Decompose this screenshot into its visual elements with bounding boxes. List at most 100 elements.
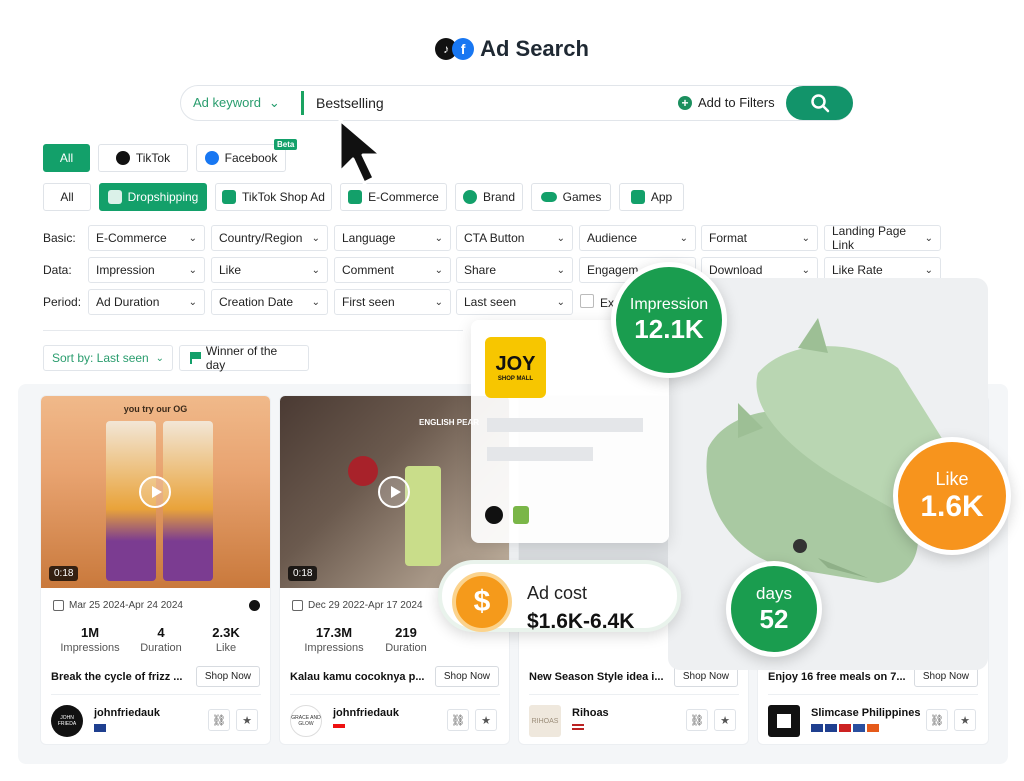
- duration-label: Duration: [140, 642, 182, 654]
- sort-dropdown[interactable]: Sort by: Last seen ⌄: [43, 345, 173, 371]
- duration-value: 4: [157, 625, 165, 640]
- brand-badge-icon: [462, 190, 477, 204]
- ad-thumbnail[interactable]: you try our OG 0:18: [41, 396, 270, 588]
- filter-data-dropdown[interactable]: Comment ⌄: [334, 257, 451, 283]
- chevron-down-icon: ⌄: [434, 232, 443, 244]
- flag-icon: [811, 724, 823, 732]
- platform-all[interactable]: All: [43, 144, 90, 172]
- chevron-down-icon: ⌄: [311, 264, 320, 276]
- filter-period-dropdown[interactable]: First seen ⌄: [334, 289, 451, 315]
- slimcase-logo-icon: [777, 714, 791, 728]
- platform-facebook[interactable]: Facebook: [196, 144, 286, 172]
- impressions-stat: 1M Impressions: [55, 625, 125, 654]
- category-games[interactable]: Games: [531, 183, 611, 211]
- duration-stat: 219 Duration: [376, 625, 436, 654]
- filter-basic-dropdown[interactable]: Language ⌄: [334, 225, 451, 251]
- indonesia-flag-icon: [333, 724, 345, 732]
- ad-card[interactable]: you try our OG 0:18 Mar 25 2024-Apr 24 2…: [40, 395, 271, 745]
- shop-now-button[interactable]: Shop Now: [434, 666, 499, 687]
- impressions-label: Impressions: [60, 642, 120, 654]
- ad-cost-label: Ad cost: [527, 583, 588, 603]
- divider: [43, 330, 463, 331]
- facebook-logo-icon: f: [452, 38, 475, 60]
- advertiser-name[interactable]: Slimcase Philippines: [811, 707, 920, 719]
- filter-basic-dropdown[interactable]: Format ⌄: [701, 225, 818, 251]
- filter-basic-dropdown[interactable]: Landing Page Link ⌄: [824, 224, 941, 252]
- platform-tiktok[interactable]: TikTok: [98, 144, 188, 172]
- filter-data-label: Download: [709, 263, 763, 277]
- link-icon[interactable]: ⛓: [926, 709, 948, 731]
- ad-title: Kalau kamu cocoknya p...: [290, 671, 425, 683]
- avatar[interactable]: GRACE AND GLOW: [290, 705, 322, 737]
- flag-icon: [825, 724, 837, 732]
- keyword-type-label: Ad keyword: [193, 95, 261, 110]
- star-icon[interactable]: ★: [714, 709, 736, 731]
- star-icon[interactable]: ★: [236, 709, 258, 731]
- video-duration-badge: 0:18: [288, 566, 318, 581]
- category-all[interactable]: All: [43, 183, 91, 211]
- logo-subtext: SHOP MALL: [497, 376, 534, 382]
- link-icon[interactable]: ⛓: [686, 709, 708, 731]
- days-badge: days 52: [726, 561, 822, 657]
- star-icon[interactable]: ★: [954, 709, 976, 731]
- filter-basic-label: Audience: [587, 231, 638, 245]
- category-app[interactable]: App: [619, 183, 684, 211]
- chevron-down-icon: ⌄: [924, 232, 933, 244]
- date-text: Dec 29 2022-Apr 17 2024: [308, 600, 423, 611]
- category-tiktok-shop-ad[interactable]: TikTok Shop Ad: [215, 183, 332, 211]
- avatar[interactable]: JOHN FRIEDA: [51, 705, 83, 737]
- winner-of-the-day-button[interactable]: Winner of the day: [179, 344, 309, 372]
- play-icon[interactable]: [378, 476, 410, 508]
- advertiser-name[interactable]: Rihoas: [572, 707, 609, 719]
- advertiser-name[interactable]: johnfriedauk: [333, 707, 399, 719]
- keyword-type-dropdown[interactable]: Ad keyword ⌄: [193, 95, 280, 111]
- play-icon[interactable]: [139, 476, 171, 508]
- filter-basic-dropdown[interactable]: CTA Button ⌄: [456, 225, 573, 251]
- filter-data-dropdown[interactable]: Impression ⌄: [88, 257, 205, 283]
- impressions-value: 1M: [80, 625, 100, 640]
- filter-period-dropdown[interactable]: Creation Date ⌄: [211, 289, 328, 315]
- avatar[interactable]: RIHOAS: [529, 705, 561, 737]
- filter-basic-dropdown[interactable]: Country/Region ⌄: [211, 225, 328, 251]
- filter-basic-label: E-Commerce: [96, 231, 167, 245]
- chevron-down-icon: ⌄: [434, 264, 443, 276]
- flag-icon: [853, 724, 865, 732]
- avatar[interactable]: [768, 705, 800, 737]
- chevron-down-icon: ⌄: [268, 95, 280, 110]
- search-input[interactable]: Bestselling: [316, 95, 384, 111]
- facebook-icon: [204, 151, 219, 165]
- calendar-icon: [292, 600, 303, 611]
- filter-period-dropdown[interactable]: Last seen ⌄: [456, 289, 573, 315]
- category-ecommerce[interactable]: E-Commerce: [340, 183, 447, 211]
- advertiser-name[interactable]: johnfriedauk: [94, 707, 160, 719]
- star-icon[interactable]: ★: [475, 709, 497, 731]
- ad-cost-value: $1.6K-6.4K: [527, 610, 635, 633]
- cart-icon: [348, 190, 363, 204]
- date-text: Mar 25 2024-Apr 24 2024: [69, 600, 183, 611]
- flag-icon: [839, 724, 851, 732]
- link-icon[interactable]: ⛓: [208, 709, 230, 731]
- shop-now-button[interactable]: Shop Now: [195, 666, 260, 687]
- filter-basic-dropdown[interactable]: Audience ⌄: [579, 225, 696, 251]
- filter-row-label-basic: Basic:: [43, 231, 76, 245]
- country-flags: [811, 724, 879, 732]
- filter-period-dropdown[interactable]: Ad Duration ⌄: [88, 289, 205, 315]
- search-button[interactable]: [786, 86, 853, 120]
- sort-label: Sort by: Last seen: [52, 351, 149, 365]
- store-icon: [107, 190, 122, 204]
- chevron-down-icon: ⌄: [556, 296, 565, 308]
- product-bottle: [163, 421, 213, 581]
- chevron-down-icon: ⌄: [311, 296, 320, 308]
- chevron-down-icon: ⌄: [155, 352, 164, 364]
- filter-basic-dropdown[interactable]: E-Commerce ⌄: [88, 225, 205, 251]
- link-icon[interactable]: ⛓: [447, 709, 469, 731]
- filter-data-dropdown[interactable]: Share ⌄: [456, 257, 573, 283]
- exclude-checkbox[interactable]: [580, 294, 594, 308]
- add-to-filters-label: Add to Filters: [698, 95, 775, 110]
- category-brand[interactable]: Brand: [455, 183, 523, 211]
- divider: [51, 694, 261, 695]
- filter-data-dropdown[interactable]: Like ⌄: [211, 257, 328, 283]
- category-dropshipping[interactable]: Dropshipping: [99, 183, 207, 211]
- impression-badge: Impression 12.1K: [611, 262, 727, 378]
- add-to-filters-button[interactable]: + Add to Filters: [678, 95, 775, 110]
